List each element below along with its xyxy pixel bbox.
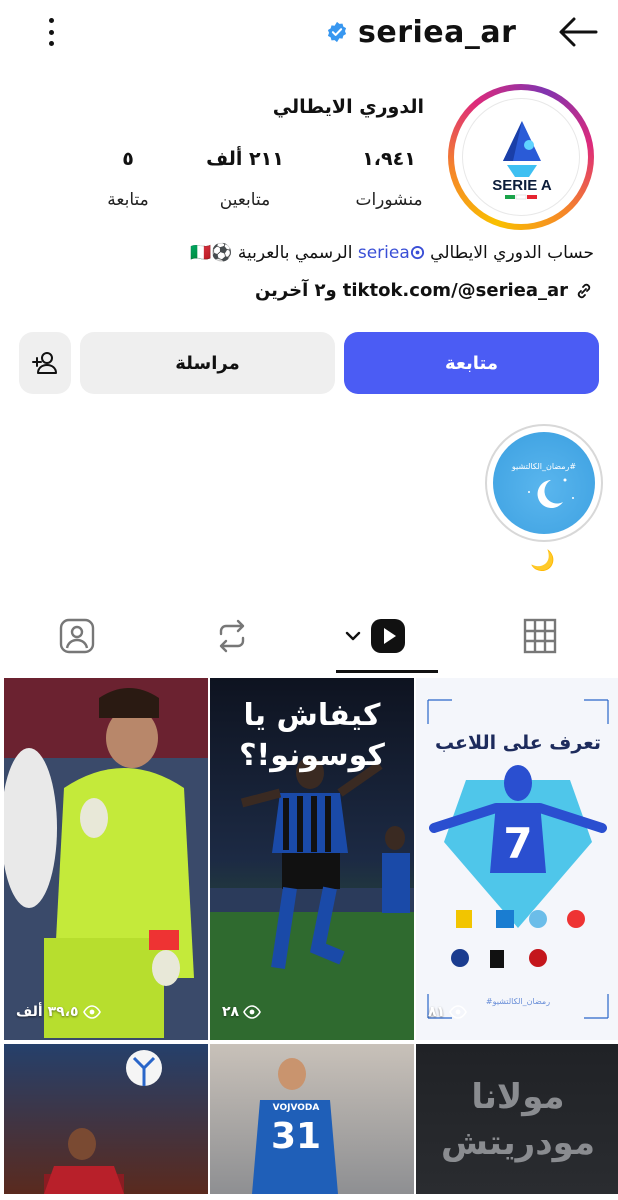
- add-user-icon: [32, 352, 57, 374]
- posts-stat[interactable]: ١،٩٤١ منشورات: [344, 148, 434, 210]
- following-count: ٥: [122, 148, 134, 170]
- jersey-number: 31: [271, 1116, 321, 1157]
- goalkeeper-image: [4, 678, 208, 1040]
- profile-avatar[interactable]: SERIE A: [448, 84, 594, 230]
- reel-title: مولانا مودريتش: [440, 1077, 596, 1163]
- link-others[interactable]: و٢ آخرين: [255, 280, 337, 301]
- link-url[interactable]: tiktok.com/@seriea_ar: [343, 280, 568, 301]
- story-highlight[interactable]: #رمضان_الكالتشيو: [485, 424, 603, 542]
- username: seriea_ar: [358, 14, 517, 50]
- arrow-left-icon[interactable]: [558, 14, 598, 50]
- active-tab-indicator: [336, 670, 438, 673]
- reel-thumbnail[interactable]: [4, 1044, 208, 1194]
- username-header: seriea_ar: [326, 12, 516, 52]
- reels-icon: [371, 619, 405, 653]
- player-back-image: 31 VOJVODA: [252, 1058, 338, 1194]
- followers-count: ٢١١ ألف: [206, 148, 284, 170]
- posts-label: منشورات: [355, 190, 423, 210]
- reel-thumbnail[interactable]: مولانا مودريتش: [416, 1044, 618, 1194]
- reel-title: كيفاش يا كوسونو!؟: [239, 698, 385, 773]
- posts-count: ١،٩٤١: [362, 148, 416, 170]
- player-ball-image: [44, 1050, 162, 1194]
- eye-icon: [449, 1005, 467, 1019]
- tab-tagged[interactable]: [47, 614, 107, 658]
- reel-thumbnail[interactable]: 7 #رمضان_الكالتشيو تعرف على اللاعب ٨١: [416, 678, 618, 1040]
- view-count: ٣٩،٥ ألف: [16, 1004, 101, 1020]
- threads-icon: [410, 245, 424, 260]
- highlight-label: 🌙: [530, 548, 555, 572]
- reel-thumbnail[interactable]: كيفاش يا كوسونو!؟ ٢٨: [210, 678, 414, 1040]
- eye-icon: [82, 1005, 101, 1019]
- top-bar: seriea_ar: [0, 0, 618, 64]
- bio-text-suffix: الرسمي بالعربية ⚽🇮🇹: [190, 243, 358, 263]
- tab-reposts[interactable]: [202, 614, 262, 658]
- bio-mention-link[interactable]: seriea: [358, 243, 425, 263]
- profile-tabs: [0, 600, 618, 676]
- grid-icon: [523, 618, 557, 654]
- profile-full-name: الدوري الايطالي: [272, 96, 424, 118]
- player-number: 7: [503, 819, 532, 868]
- link-icon: [577, 283, 591, 298]
- chevron-down-icon: [345, 631, 361, 641]
- following-label: متابعة: [107, 190, 149, 210]
- view-count: ٨١: [428, 1004, 467, 1020]
- profile-link[interactable]: و٢ آخرين tiktok.com/@seriea_ar: [255, 280, 594, 301]
- eye-icon: [243, 1005, 261, 1019]
- serie-a-logo: SERIE A: [462, 98, 580, 216]
- jersey-name: VOJVODA: [273, 1103, 320, 1113]
- bio-text-prefix: حساب الدوري الايطالي: [424, 243, 594, 263]
- crescent-icon: [528, 478, 574, 508]
- avatar-logo-text: SERIE A: [492, 177, 552, 194]
- message-button[interactable]: مراسلة: [80, 332, 335, 394]
- tagged-person-icon: [59, 618, 95, 654]
- highlight-cover: #رمضان_الكالتشيو: [493, 432, 595, 534]
- followers-label: متابعين: [219, 190, 271, 210]
- tab-reels[interactable]: [336, 614, 416, 658]
- profile-bio: حساب الدوري الايطالي seriea الرسمي بالعر…: [14, 238, 594, 268]
- follow-button[interactable]: متابعة: [344, 332, 599, 394]
- reel-thumbnail[interactable]: 31 VOJVODA: [210, 1044, 414, 1194]
- followers-stat[interactable]: ٢١١ ألف متابعين: [200, 148, 290, 210]
- tab-grid[interactable]: [510, 614, 570, 658]
- reel-thumbnail[interactable]: ٣٩،٥ ألف: [4, 678, 208, 1040]
- following-stat[interactable]: ٥ متابعة: [78, 148, 178, 210]
- reel-title: تعرف على اللاعب: [434, 732, 602, 754]
- hashtag-text: #رمضان_الكالتشيو: [486, 997, 550, 1006]
- more-options-icon[interactable]: [36, 14, 66, 50]
- add-user-button[interactable]: [19, 332, 71, 394]
- verified-badge-icon: [327, 21, 347, 43]
- repost-icon: [219, 619, 245, 653]
- view-count: ٢٨: [222, 1004, 261, 1020]
